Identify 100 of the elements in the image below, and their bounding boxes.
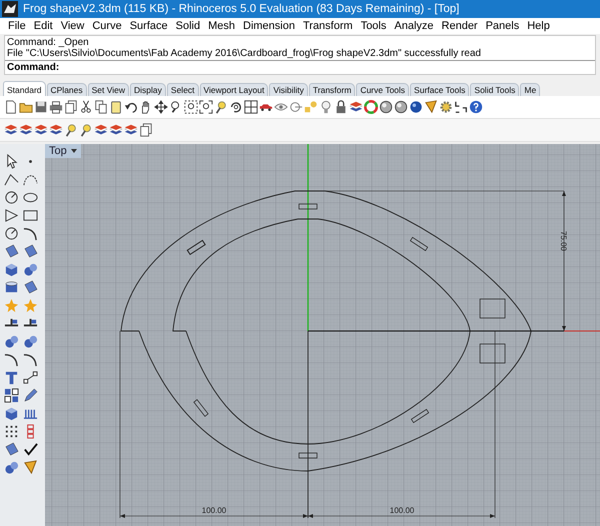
rotate-icon[interactable] bbox=[229, 100, 243, 114]
menu-item[interactable]: Mesh bbox=[204, 20, 239, 32]
pin-icon[interactable] bbox=[64, 123, 78, 137]
sphere-icon[interactable] bbox=[379, 100, 393, 114]
pages-icon[interactable] bbox=[139, 123, 153, 137]
viewport-tab[interactable]: Top bbox=[45, 144, 81, 158]
cone-icon[interactable] bbox=[424, 100, 438, 114]
menu-item[interactable]: Dimension bbox=[239, 20, 299, 32]
text-t-icon[interactable] bbox=[4, 370, 19, 384]
slot-outline bbox=[298, 452, 318, 458]
slot-outline bbox=[410, 236, 428, 252]
menu-item[interactable]: Edit bbox=[30, 20, 57, 32]
pencil-icon[interactable] bbox=[23, 388, 38, 402]
square-outline bbox=[480, 344, 506, 364]
menu-item[interactable]: Analyze bbox=[390, 20, 438, 32]
layer-stack-icon[interactable] bbox=[34, 123, 48, 137]
bracket-icon[interactable] bbox=[454, 100, 468, 114]
circle-target-icon[interactable] bbox=[289, 100, 303, 114]
star-icon[interactable] bbox=[4, 298, 19, 312]
toolbar-tab[interactable]: Standard bbox=[3, 81, 46, 96]
clipboard-icon[interactable] bbox=[109, 100, 123, 114]
layer-stack-icon[interactable] bbox=[109, 123, 123, 137]
folder-icon[interactable] bbox=[19, 100, 33, 114]
command-prompt[interactable]: Command: bbox=[5, 60, 595, 74]
gear-icon[interactable] bbox=[439, 100, 453, 114]
circle-icon[interactable] bbox=[4, 190, 19, 204]
rectangle-icon[interactable] bbox=[23, 208, 38, 222]
toolbar-tab[interactable]: Transform bbox=[308, 83, 356, 96]
arc-icon[interactable] bbox=[4, 352, 19, 366]
cylinder-icon[interactable] bbox=[4, 280, 19, 294]
arc-icon[interactable] bbox=[23, 226, 38, 240]
cube-icon[interactable] bbox=[4, 406, 19, 420]
move-arrows-icon[interactable] bbox=[154, 100, 168, 114]
printer-icon[interactable] bbox=[49, 100, 63, 114]
slot-outline bbox=[298, 204, 318, 210]
pages-icon[interactable] bbox=[64, 100, 78, 114]
toolbar-tab[interactable]: CPlanes bbox=[46, 83, 87, 96]
document-icon[interactable] bbox=[4, 100, 18, 114]
menu-item[interactable]: View bbox=[56, 20, 88, 32]
layer-stack-icon[interactable] bbox=[349, 100, 363, 114]
toolbar-tab[interactable]: Curve Tools bbox=[356, 83, 410, 96]
star-icon[interactable] bbox=[23, 298, 38, 312]
toolbar-tab[interactable]: Display bbox=[130, 83, 166, 96]
color-wheel-icon[interactable] bbox=[364, 100, 378, 114]
scissors-icon[interactable] bbox=[79, 100, 93, 114]
copy-icon[interactable] bbox=[94, 100, 108, 114]
lock-icon[interactable] bbox=[334, 100, 348, 114]
toolbar-tab[interactable]: Me bbox=[520, 83, 540, 96]
surface-icon[interactable] bbox=[23, 244, 38, 258]
undo-icon[interactable] bbox=[124, 100, 138, 114]
window-title: Frog shapeV2.3dm (115 KB) - Rhinoceros 5.0 Evaluation (83 Days Remaining) - [Top] bbox=[23, 3, 460, 15]
nodes-icon[interactable] bbox=[23, 370, 38, 384]
menu-item[interactable]: Render bbox=[438, 20, 482, 32]
cone-icon[interactable] bbox=[23, 460, 38, 474]
toolbar-tab[interactable]: Viewport Layout bbox=[200, 83, 268, 96]
arc-icon[interactable] bbox=[23, 352, 38, 366]
menu-item[interactable]: Solid bbox=[172, 20, 204, 32]
toolbar-tab[interactable]: Solid Tools bbox=[470, 83, 520, 96]
menu-item[interactable]: Surface bbox=[126, 20, 172, 32]
menu-item[interactable]: Help bbox=[523, 20, 554, 32]
layer-stack-icon[interactable] bbox=[124, 123, 138, 137]
layer-stack-icon[interactable] bbox=[49, 123, 63, 137]
layer-stack-icon[interactable] bbox=[94, 123, 108, 137]
surface-icon[interactable] bbox=[23, 280, 38, 294]
menu-item[interactable]: Panels bbox=[482, 20, 524, 32]
x-axis-line bbox=[564, 330, 600, 332]
spheres-icon[interactable] bbox=[4, 460, 19, 474]
help-icon[interactable] bbox=[469, 100, 483, 114]
bulb-icon[interactable] bbox=[319, 100, 333, 114]
spheres-icon[interactable] bbox=[23, 262, 38, 276]
surface-icon[interactable] bbox=[4, 442, 19, 456]
grid-icon[interactable] bbox=[4, 424, 19, 438]
circle-icon[interactable] bbox=[4, 226, 19, 240]
menu-item[interactable]: Tools bbox=[356, 20, 390, 32]
layer-stack-icon[interactable] bbox=[4, 123, 18, 137]
cube-icon[interactable] bbox=[4, 262, 19, 276]
layer-stack-icon[interactable] bbox=[19, 123, 33, 137]
toolbar-tab[interactable]: Select bbox=[166, 83, 199, 96]
dashed-magnifier-icon[interactable] bbox=[184, 100, 198, 114]
toolbar-tab[interactable]: Set View bbox=[88, 83, 130, 96]
dropdown-caret-icon[interactable] bbox=[70, 148, 77, 154]
menu-item[interactable]: Curve bbox=[88, 20, 126, 32]
spheres-icon[interactable] bbox=[4, 334, 19, 348]
spheres-icon[interactable] bbox=[23, 334, 38, 348]
dimension-label: 100.00 bbox=[202, 506, 226, 515]
frame-magnifier-icon[interactable] bbox=[199, 100, 213, 114]
shaded-sphere-icon[interactable] bbox=[409, 100, 423, 114]
menu-item[interactable]: File bbox=[4, 20, 30, 32]
sphere-icon[interactable] bbox=[394, 100, 408, 114]
four-pane-icon[interactable] bbox=[244, 100, 258, 114]
check-icon[interactable] bbox=[23, 442, 38, 456]
polyline-icon[interactable] bbox=[4, 172, 19, 186]
menu-item[interactable]: Transform bbox=[298, 20, 357, 32]
blocks-icon[interactable] bbox=[4, 388, 19, 402]
triangle-icon[interactable] bbox=[4, 208, 19, 222]
surface-icon[interactable] bbox=[4, 244, 19, 258]
pin-icon[interactable] bbox=[214, 100, 228, 114]
toolbar-tab[interactable]: Visibility bbox=[269, 83, 308, 96]
pin-icon[interactable] bbox=[79, 123, 93, 137]
toolbar-tab[interactable]: Surface Tools bbox=[410, 83, 470, 96]
